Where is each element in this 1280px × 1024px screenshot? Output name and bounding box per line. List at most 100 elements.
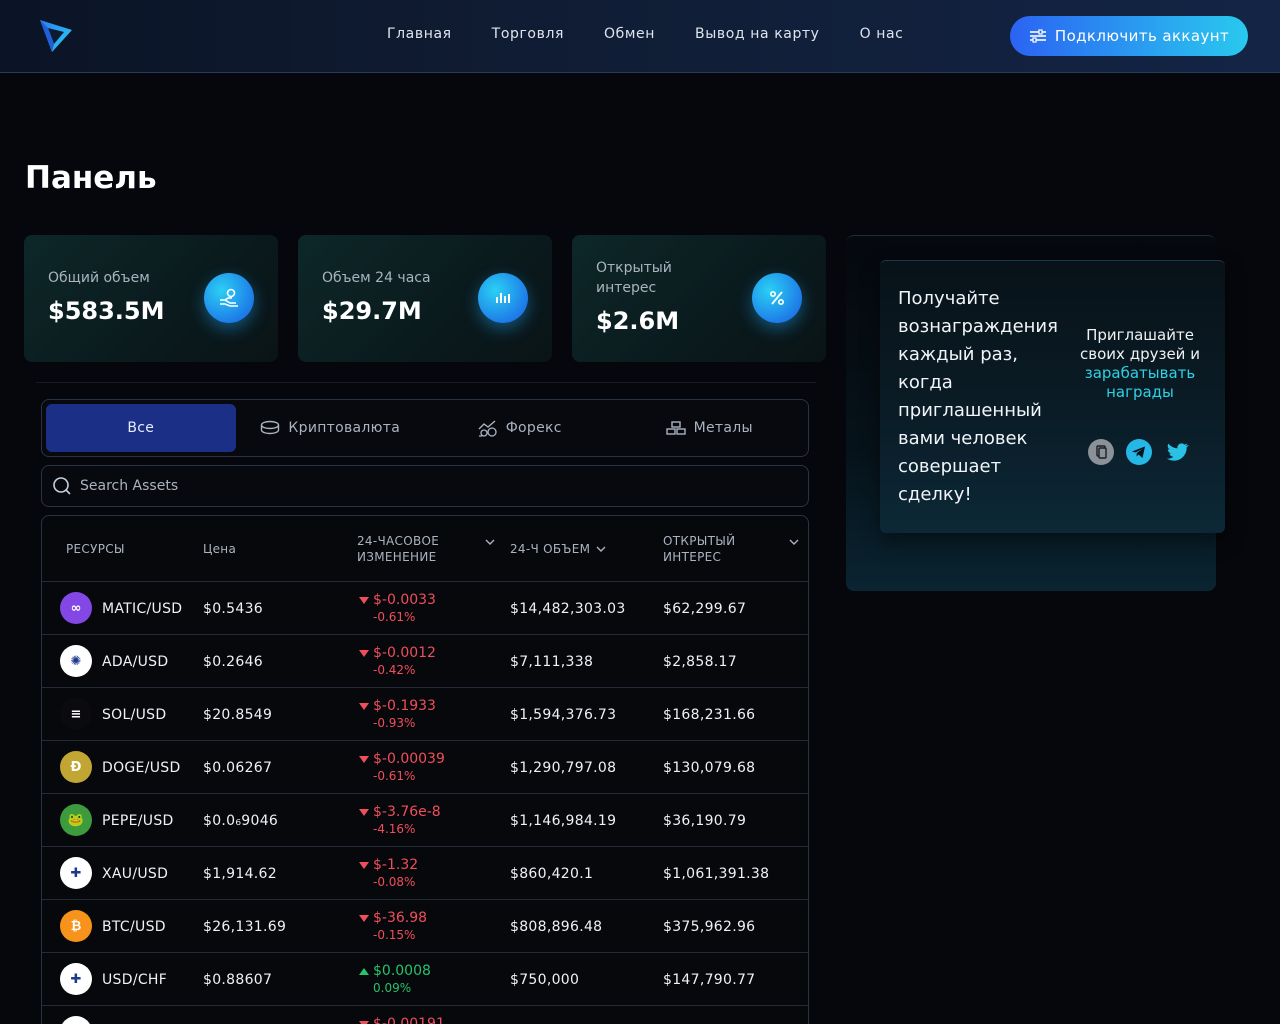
asset-open-interest: $62,299.67 [663,600,747,617]
table-body: ∞ MATIC/USD $0.5436 $-0.0033 -0.61% $14,482,3… [42,582,808,1024]
table-row[interactable]: $-0.00191 [42,1006,808,1024]
asset-open-interest: $1,061,391.38 [663,865,770,882]
table-row[interactable]: ✺ ADA/USD $0.2646 $-0.0012 -0.42% $7,111,338 $… [42,635,808,688]
change-value: $-0.00039 [373,751,445,767]
table-row[interactable]: ✚ USD/CHF $0.88607 $0.0008 0.09% $750,000 $147… [42,953,808,1006]
nav-withdraw[interactable]: Вывод на карту [695,26,820,42]
copy-icon[interactable] [1088,439,1114,465]
change-value: $-0.00191 [373,1016,445,1024]
share-icons [1088,439,1190,465]
nav-home[interactable]: Главная [387,26,452,42]
asset-tabs: Все Криптовалюта Форекс Металы [41,399,809,457]
table-row[interactable]: Ð DOGE/USD $0.06267 $-0.00039 -0.61% $1,290,7… [42,741,808,794]
asset-change: $0.0008 0.09% [359,963,431,997]
sliders-icon [1029,29,1046,43]
referral-invite: Приглашайте своих друзей и зарабатывать … [1075,326,1205,402]
referral-earn-link[interactable]: зарабатывать награды [1085,364,1196,401]
telegram-icon[interactable] [1126,439,1152,465]
asset-price: $0.5436 [203,600,263,617]
asset-volume: $7,111,338 [510,653,594,670]
stat-card-open-interest: Открытый интерес $2.6M [572,235,826,362]
stat-value: $29.7M [322,297,422,325]
change-value: $-0.1933 [373,698,436,714]
tab-forex[interactable]: Форекс [425,404,615,452]
table-row[interactable]: 🐸 PEPE/USD $0.0₆9046 $-3.76e-8 -4.16% $1,146,… [42,794,808,847]
change-value: $-36.98 [373,910,428,926]
search-bar [41,465,809,507]
asset-price: $0.88607 [203,971,273,988]
arrow-down-icon [359,915,369,922]
change-percent: -4.16% [373,822,416,836]
asset-open-interest: $36,190.79 [663,812,747,829]
connect-account-button[interactable]: Подключить аккаунт [1010,16,1248,56]
asset-volume: $1,146,984.19 [510,812,617,829]
asset-change: $-1.32 -0.08% [359,857,418,891]
arrow-down-icon [359,756,369,763]
asset-change: $-0.0012 -0.42% [359,645,436,679]
change-value: $0.0008 [373,963,431,979]
coin-icon: ≡ [60,698,92,730]
coin-icon: ✚ [60,963,92,995]
asset-volume: $1,290,797.08 [510,759,617,776]
tab-metals[interactable]: Металы [615,404,805,452]
table-row[interactable]: ≡ SOL/USD $20.8549 $-0.1933 -0.93% $1,594,376… [42,688,808,741]
arrow-down-icon [359,862,369,869]
change-percent: -0.42% [373,663,416,677]
asset-change: $-0.00191 [359,1016,445,1024]
col-open-interest[interactable]: ОТКРЫТЫЙ ИНТЕРЕС [663,516,799,582]
twitter-icon[interactable] [1164,439,1190,465]
asset-change: $-0.00039 -0.61% [359,751,445,785]
referral-invite-text: Приглашайте своих друзей и [1080,326,1200,363]
asset-volume: $1,594,376.73 [510,706,617,723]
asset-open-interest: $168,231.66 [663,706,756,723]
chevron-down-icon [789,539,799,545]
forex-icon [478,420,497,437]
asset-name: SOL/USD [102,706,167,723]
col-24h-change[interactable]: 24-ЧАСОВОЕ ИЗМЕНЕНИЕ [357,516,495,582]
stat-value: $2.6M [596,307,680,335]
tab-label: Форекс [505,420,562,436]
change-value: $-1.32 [373,857,419,873]
coin-icon [60,1016,92,1024]
coin-icon: ∞ [60,592,92,624]
table-row[interactable]: ✚ XAU/USD $1,914.62 $-1.32 -0.08% $860,420.1 $… [42,847,808,900]
table-row[interactable]: ∞ MATIC/USD $0.5436 $-0.0033 -0.61% $14,482,3… [42,582,808,635]
change-percent: -0.08% [373,875,416,889]
change-percent: -0.61% [373,769,416,783]
percent-icon [752,273,802,323]
col-24h-change-label: 24-ЧАСОВОЕ ИЗМЕНЕНИЕ [357,534,440,564]
nav-about[interactable]: О нас [860,26,904,42]
top-header: Главная Торговля Обмен Вывод на карту О … [0,0,1280,73]
stat-card-24h-volume: Объем 24 часа $29.7M [298,235,552,362]
nav-exchange[interactable]: Обмен [604,26,655,42]
assets-table: РЕСУРСЫ Цена 24-ЧАСОВОЕ ИЗМЕНЕНИЕ 24-Ч О… [41,515,809,1024]
coin-icon: ✚ [60,857,92,889]
asset-volume: $14,482,303.03 [510,600,626,617]
tab-crypto[interactable]: Криптовалюта [236,404,426,452]
col-24h-volume[interactable]: 24-Ч ОБЪЕМ [510,516,606,582]
nav-trade[interactable]: Торговля [492,26,564,42]
chevron-down-icon [485,539,495,545]
arrow-down-icon [359,597,369,604]
stat-value: $583.5M [48,297,165,325]
tab-all[interactable]: Все [46,404,236,452]
asset-price: $0.06267 [203,759,273,776]
change-value: $-3.76e-8 [373,804,441,820]
asset-volume: $750,000 [510,971,580,988]
asset-volume: $860,420.1 [510,865,594,882]
col-open-interest-label: ОТКРЫТЫЙ ИНТЕРЕС [663,534,736,564]
change-percent: -0.15% [373,928,416,942]
logo-icon[interactable] [38,18,74,54]
stat-card-total-volume: Общий объем $583.5M [24,235,278,362]
asset-open-interest: $130,079.68 [663,759,756,776]
search-icon [53,477,71,495]
asset-change: $-36.98 -0.15% [359,910,427,944]
change-percent: -0.61% [373,610,416,624]
stat-label: Объем 24 часа [322,270,431,286]
tab-label: Криптовалюта [288,420,401,436]
search-input[interactable] [80,478,780,494]
table-row[interactable]: ₿ BTC/USD $26,131.69 $-36.98 -0.15% $808,896.… [42,900,808,953]
arrow-down-icon [359,703,369,710]
main-nav: Главная Торговля Обмен Вывод на карту О … [387,26,903,42]
asset-price: $0.2646 [203,653,263,670]
